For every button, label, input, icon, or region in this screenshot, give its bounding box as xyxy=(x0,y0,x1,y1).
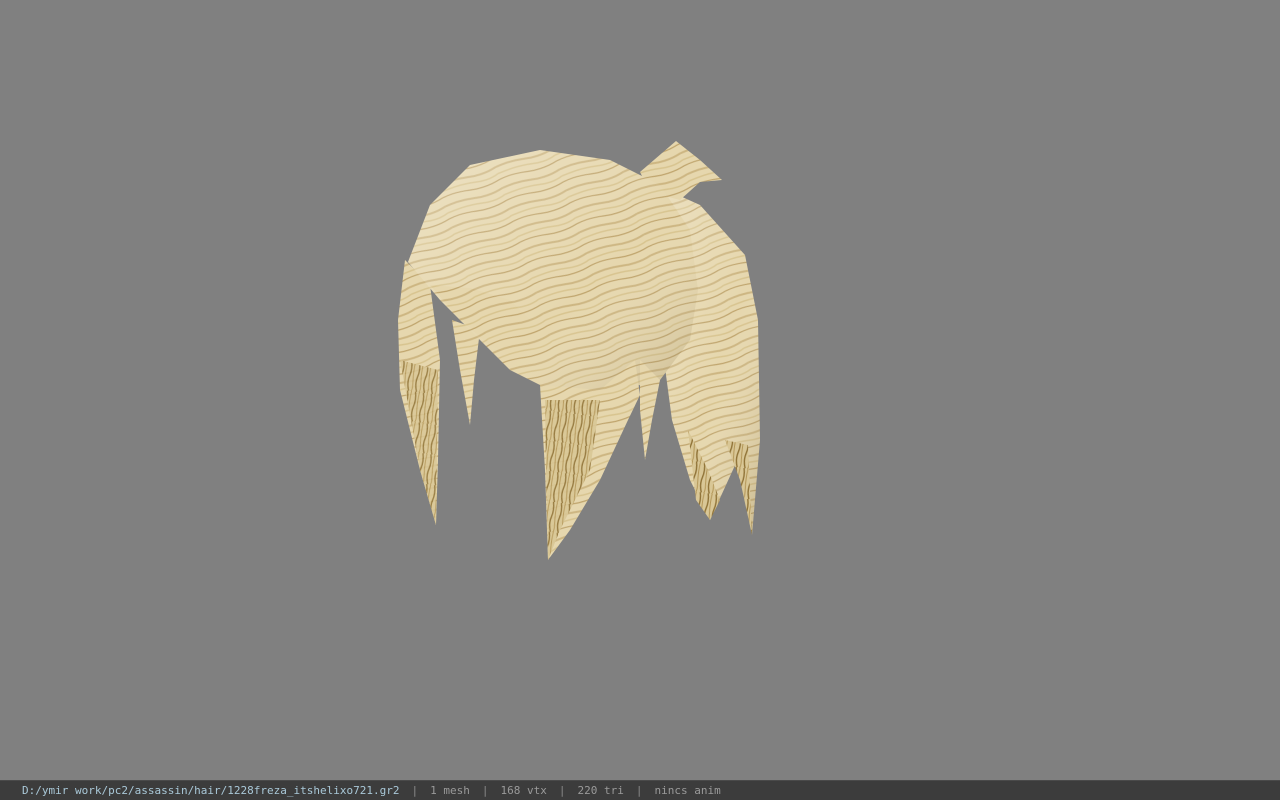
hair-model xyxy=(398,141,760,560)
mesh-count: 1 mesh xyxy=(430,784,470,797)
anim-status: nincs anim xyxy=(654,784,721,797)
triangle-count: 220 tri xyxy=(577,784,624,797)
separator: | xyxy=(635,784,643,797)
separator: | xyxy=(558,784,566,797)
vertex-count: 168 vtx xyxy=(500,784,547,797)
separator: | xyxy=(411,784,419,797)
3d-viewport[interactable] xyxy=(0,0,1280,780)
separator: | xyxy=(481,784,489,797)
file-path: D:/ymir work/pc2/assassin/hair/1228freza… xyxy=(22,784,400,797)
status-bar: D:/ymir work/pc2/assassin/hair/1228freza… xyxy=(0,780,1280,800)
